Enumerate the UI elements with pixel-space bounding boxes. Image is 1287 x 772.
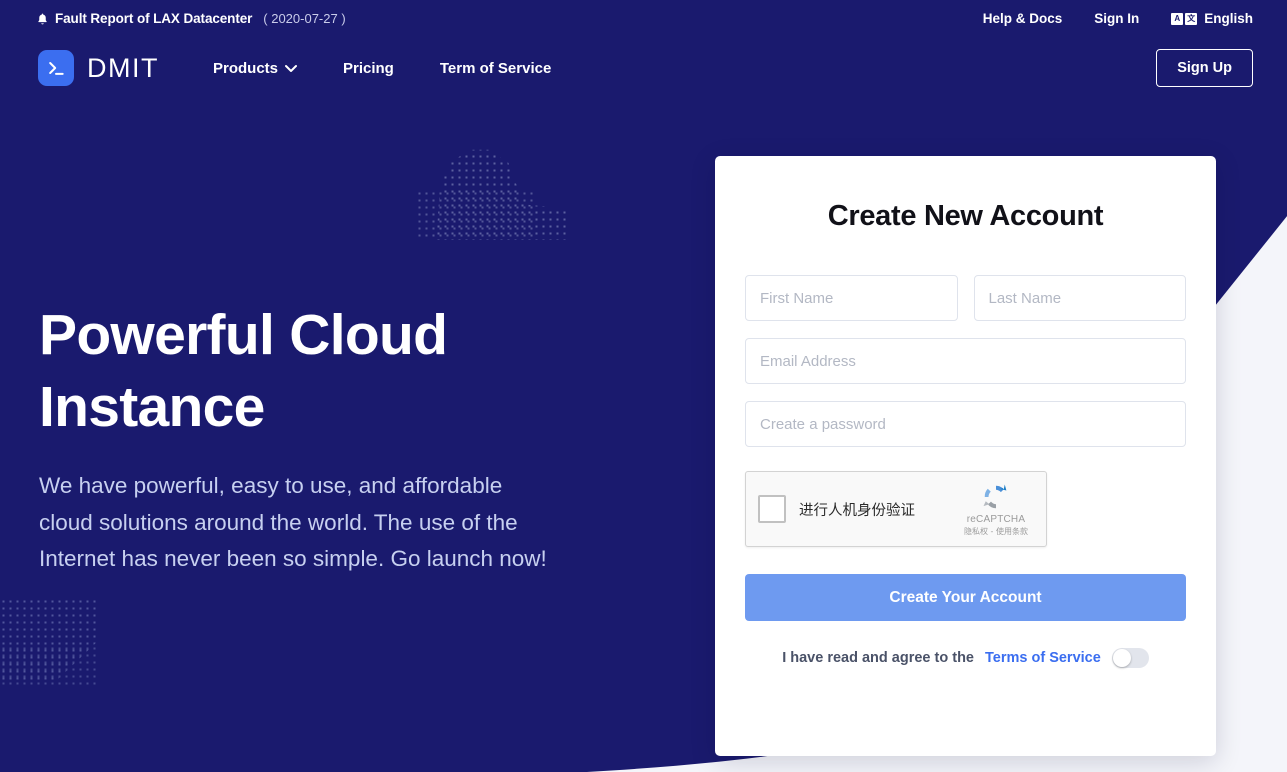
sign-up-button[interactable]: Sign Up <box>1156 49 1253 87</box>
chevron-down-icon <box>285 64 297 72</box>
announcement-message[interactable]: Fault Report of LAX Datacenter ( 2020-07… <box>36 11 346 26</box>
translate-icon-cjk: 文 <box>1185 12 1198 25</box>
password-input[interactable] <box>745 401 1186 447</box>
announcement-bar: Fault Report of LAX Datacenter ( 2020-07… <box>0 0 1287 37</box>
language-label: English <box>1204 11 1253 26</box>
nav-item-products-label: Products <box>212 59 278 77</box>
nav-links: Products Pricing Term of Service <box>213 60 551 77</box>
create-account-button[interactable]: Create Your Account <box>745 574 1186 621</box>
translate-icon-letter: A <box>1171 12 1184 25</box>
announcement-date: ( 2020-07-27 ) <box>263 11 346 26</box>
bell-icon <box>36 12 49 26</box>
announcement-actions: Help & Docs Sign In A 文 English <box>983 11 1253 26</box>
recaptcha-branding: reCAPTCHA 隐私权 - 使用条款 <box>957 482 1035 537</box>
translate-icon: A 文 <box>1171 12 1198 25</box>
nav-item-products[interactable]: Products <box>213 60 297 77</box>
recaptcha-label: 进行人机身份验证 <box>799 502 915 519</box>
recaptcha-legal-text: 隐私权 - 使用条款 <box>964 526 1028 536</box>
first-name-input[interactable] <box>745 275 958 321</box>
email-input[interactable] <box>745 338 1186 384</box>
terms-agreement-toggle[interactable] <box>1111 648 1149 668</box>
hero-title-line-1: Powerful Cloud <box>39 303 448 367</box>
dotted-cloud-base-pattern <box>416 190 536 240</box>
last-name-input[interactable] <box>973 275 1186 321</box>
brand-name: DMIT <box>87 52 159 83</box>
terms-agreement-row: I have read and agree to the Terms of Se… <box>745 648 1186 668</box>
help-and-docs-link[interactable]: Help & Docs <box>983 11 1063 26</box>
terminal-prompt-icon <box>38 50 74 86</box>
page-root: Fault Report of LAX Datacenter ( 2020-07… <box>0 0 1287 772</box>
hero-section: Powerful Cloud Instance We have powerful… <box>39 300 559 578</box>
terms-agreement-text: I have read and agree to the <box>782 650 974 666</box>
hero-title-line-2: Instance <box>39 374 265 439</box>
recaptcha-checkbox[interactable] <box>758 495 786 523</box>
recaptcha-brand-name: reCAPTCHA <box>966 513 1026 525</box>
hero-subtitle: We have powerful, easy to use, and affor… <box>39 472 547 572</box>
signup-form: 进行人机身份验证 reCAPTCHA 隐私权 - 使用条款 Create You… <box>745 275 1186 668</box>
signup-card-title: Create New Account <box>827 200 1104 232</box>
sign-in-link[interactable]: Sign In <box>1094 11 1139 26</box>
signup-card: Create New Account 进行人机身份验证 <box>715 156 1216 756</box>
dotted-corner-lower-pattern <box>0 645 96 685</box>
hero-title: Powerful Cloud Instance <box>39 300 559 444</box>
brand-logo[interactable]: DMIT <box>38 50 159 86</box>
name-row <box>745 275 1186 321</box>
nav-item-pricing[interactable]: Pricing <box>343 60 394 77</box>
toggle-knob <box>1112 649 1131 667</box>
terms-of-service-link[interactable]: Terms of Service <box>985 650 1101 666</box>
recaptcha-widget[interactable]: 进行人机身份验证 reCAPTCHA 隐私权 - 使用条款 <box>745 471 1047 547</box>
language-selector[interactable]: A 文 English <box>1171 11 1253 26</box>
main-navbar: DMIT Products Pricing Term of Service Si… <box>0 37 1287 99</box>
recaptcha-logo-icon <box>983 484 1007 508</box>
nav-item-term-of-service[interactable]: Term of Service <box>440 60 551 77</box>
announcement-title: Fault Report of LAX Datacenter <box>55 11 253 26</box>
